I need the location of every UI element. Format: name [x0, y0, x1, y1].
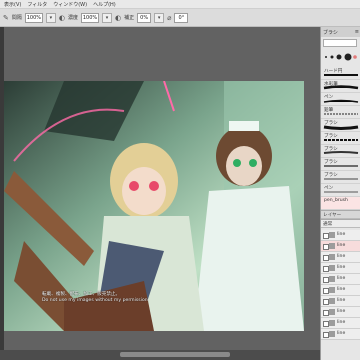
- layer-thumbnail: [329, 320, 335, 326]
- nurse-uniform: [194, 186, 304, 331]
- correction-dropdown[interactable]: ▾: [154, 12, 165, 23]
- layer-thumbnail: [329, 287, 335, 293]
- brush-panel-header: ブラシ ≡: [321, 27, 360, 37]
- spacing-label: 間隔: [11, 15, 22, 21]
- brush-item[interactable]: ペン: [321, 93, 360, 106]
- nurse-cap: [229, 121, 259, 131]
- nurse-face: [226, 146, 262, 186]
- brush-item[interactable]: 水彩筆: [321, 80, 360, 93]
- brush-item[interactable]: ペン: [321, 184, 360, 197]
- watermark-text: 転載、複製、配布、加工、販売禁止。 Do not use my images w…: [42, 292, 149, 304]
- tool-options-bar: ✎ 間隔 100% ▾ ◐ 濃度 100% ▾ ◐ 補正 0% ▾ ⌀ 0°: [0, 9, 360, 27]
- spacing-field[interactable]: 100%: [24, 12, 43, 23]
- density-label: 濃度: [68, 15, 79, 21]
- layer-thumbnail: [329, 309, 335, 315]
- panel-menu-icon[interactable]: ≡: [355, 29, 359, 35]
- menu-help[interactable]: ヘルプ(H): [93, 1, 116, 8]
- density-dropdown[interactable]: ▾: [102, 12, 113, 23]
- layer-thumbnail: [329, 232, 335, 238]
- girl-eye-right: [149, 181, 159, 191]
- nurse-eye-left: [233, 159, 241, 167]
- correction-label: 補正: [124, 15, 135, 21]
- menu-bar: 表示(V) フィルタ ウィンドウ(W) ヘルプ(H): [0, 0, 360, 9]
- layer-thumbnail: [329, 254, 335, 260]
- layer-row[interactable]: line: [321, 285, 360, 296]
- menu-view[interactable]: 表示(V): [4, 1, 21, 8]
- layer-row[interactable]: line: [321, 318, 360, 329]
- brush-item[interactable]: ブラシ: [321, 145, 360, 158]
- angle-icon[interactable]: ⌀: [167, 14, 171, 22]
- brush-icon[interactable]: ✎: [3, 14, 9, 22]
- layer-thumbnail: [329, 265, 335, 271]
- pressure-density-icon[interactable]: ◐: [115, 14, 121, 22]
- angle-field[interactable]: 0°: [174, 12, 189, 23]
- menu-window[interactable]: ウィンドウ(W): [53, 1, 87, 8]
- layer-thumbnail: [329, 243, 335, 249]
- brush-item[interactable]: 鉛筆: [321, 106, 360, 119]
- brush-item[interactable]: ブラシ: [321, 119, 360, 132]
- layer-row[interactable]: line: [321, 329, 360, 340]
- brush-item[interactable]: ブラシ: [321, 171, 360, 184]
- layer-thumbnail: [329, 276, 335, 282]
- horizontal-scrollbar-thumb[interactable]: [120, 352, 230, 357]
- layer-row[interactable]: line: [321, 296, 360, 307]
- brush-search-input[interactable]: [323, 39, 357, 47]
- density-field[interactable]: 100%: [81, 12, 100, 23]
- layer-thumbnail: [329, 331, 335, 337]
- brush-item[interactable]: ブラシ: [321, 132, 360, 145]
- correction-field[interactable]: 0%: [137, 12, 152, 23]
- brush-panel-title: ブラシ: [323, 29, 338, 36]
- pressure-icon[interactable]: ◐: [59, 14, 65, 22]
- nurse-eye-right: [249, 159, 257, 167]
- brush-item[interactable]: ブラシ: [321, 158, 360, 171]
- girl-face: [122, 167, 166, 215]
- brush-panel: ブラシ ≡ ハード円 水彩筆 ペン 鉛筆 ブラシ ブラシ ブラシ ブラシ ブラシ…: [320, 27, 360, 360]
- menu-filter[interactable]: フィルタ: [27, 1, 47, 8]
- layer-row-selected[interactable]: line: [321, 241, 360, 252]
- layer-panel-header: レイヤー: [321, 210, 360, 219]
- blend-mode-select[interactable]: 通常: [321, 219, 360, 228]
- brush-item-selected[interactable]: pen_brush: [321, 197, 360, 210]
- layer-thumbnail: [329, 298, 335, 304]
- spacing-dropdown[interactable]: ▾: [45, 12, 56, 23]
- brush-item[interactable]: ハード円: [321, 67, 360, 80]
- layer-row[interactable]: line: [321, 274, 360, 285]
- layer-row[interactable]: line: [321, 230, 360, 241]
- girl-eye-left: [129, 181, 139, 191]
- brush-size-presets[interactable]: [323, 50, 359, 64]
- layer-row[interactable]: line: [321, 263, 360, 274]
- watermark-line-en: Do not use my images without my permissi…: [42, 298, 150, 303]
- layer-row[interactable]: line: [321, 307, 360, 318]
- layer-row[interactable]: line: [321, 252, 360, 263]
